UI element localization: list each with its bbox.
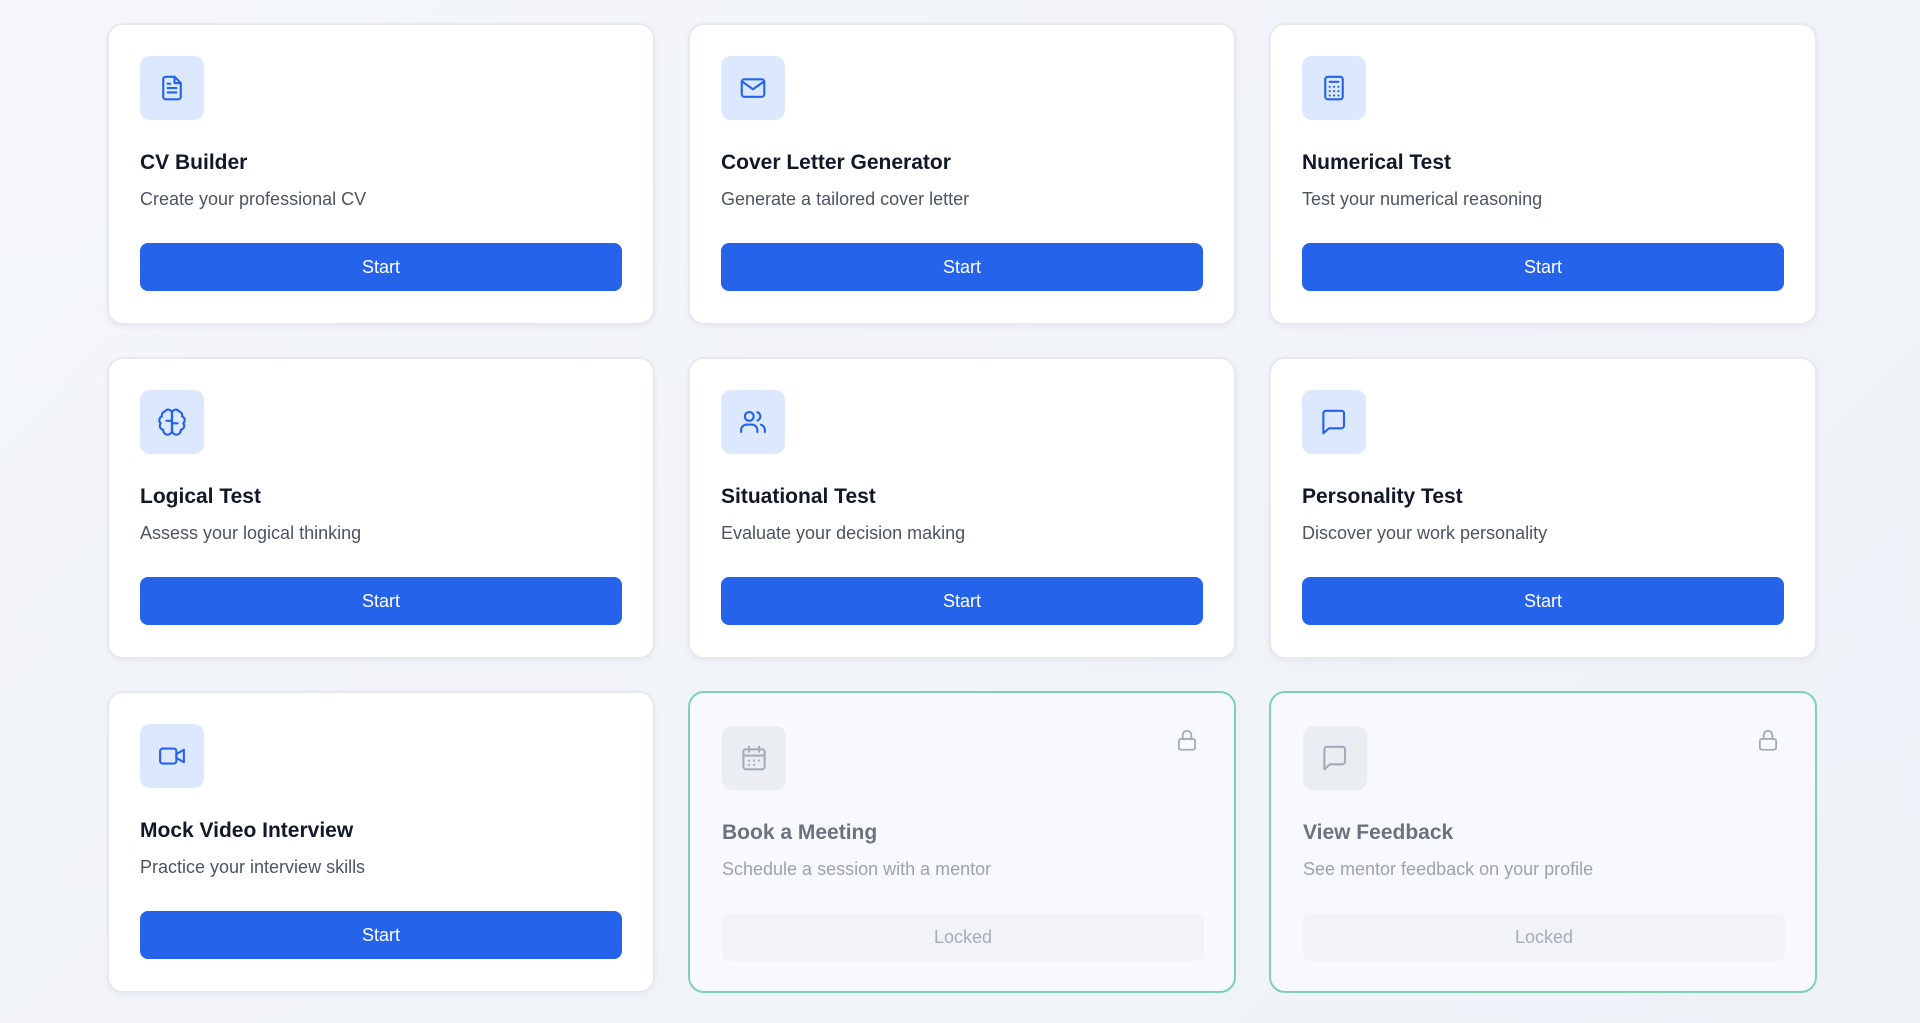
card-subtitle: Evaluate your decision making [721,523,966,543]
start-button[interactable]: Start [721,243,1203,291]
card-title: View Feedback [1303,821,1454,844]
chat-icon [1303,726,1367,790]
start-button[interactable]: Start [1302,243,1784,291]
chat-icon [1302,390,1366,454]
locked-button: Locked [1303,913,1785,961]
tools-grid: CV Builder Create your professional CV S… [107,23,1819,993]
card-subtitle: Discover your work personality [1302,523,1548,543]
card-cv-builder: CV Builder Create your professional CV S… [107,23,655,325]
card-subtitle: See mentor feedback on your profile [1303,859,1594,879]
locked-button: Locked [722,913,1204,961]
brain-icon [140,390,204,454]
calculator-icon [1302,56,1366,120]
card-cover-letter-generator: Cover Letter Generator Generate a tailor… [688,23,1236,325]
card-personality-test: Personality Test Discover your work pers… [1269,357,1817,659]
calendar-icon [722,726,786,790]
start-button[interactable]: Start [1302,577,1784,625]
card-subtitle: Assess your logical thinking [140,523,362,543]
card-logical-test: Logical Test Assess your logical thinkin… [107,357,655,659]
video-camera-icon [140,724,204,788]
card-subtitle: Test your numerical reasoning [1302,189,1543,209]
lock-icon [1755,727,1781,753]
card-title: CV Builder [140,151,248,174]
card-title: Mock Video Interview [140,819,354,842]
card-title: Personality Test [1302,485,1463,508]
start-button[interactable]: Start [140,911,622,959]
card-subtitle: Schedule a session with a mentor [722,859,992,879]
start-button[interactable]: Start [140,577,622,625]
card-title: Cover Letter Generator [721,151,951,174]
card-mock-video-interview: Mock Video Interview Practice your inter… [107,691,655,993]
lock-icon [1174,727,1200,753]
card-subtitle: Generate a tailored cover letter [721,189,970,209]
card-title: Numerical Test [1302,151,1451,174]
users-icon [721,390,785,454]
card-title: Logical Test [140,485,261,508]
card-view-feedback: View Feedback See mentor feedback on you… [1269,691,1817,993]
card-subtitle: Practice your interview skills [140,857,366,877]
card-situational-test: Situational Test Evaluate your decision … [688,357,1236,659]
card-subtitle: Create your professional CV [140,189,367,209]
document-icon [140,56,204,120]
card-numerical-test: Numerical Test Test your numerical reaso… [1269,23,1817,325]
card-title: Book a Meeting [722,821,878,844]
envelope-icon [721,56,785,120]
card-title: Situational Test [721,485,876,508]
start-button[interactable]: Start [721,577,1203,625]
start-button[interactable]: Start [140,243,622,291]
card-book-a-meeting: Book a Meeting Schedule a session with a… [688,691,1236,993]
